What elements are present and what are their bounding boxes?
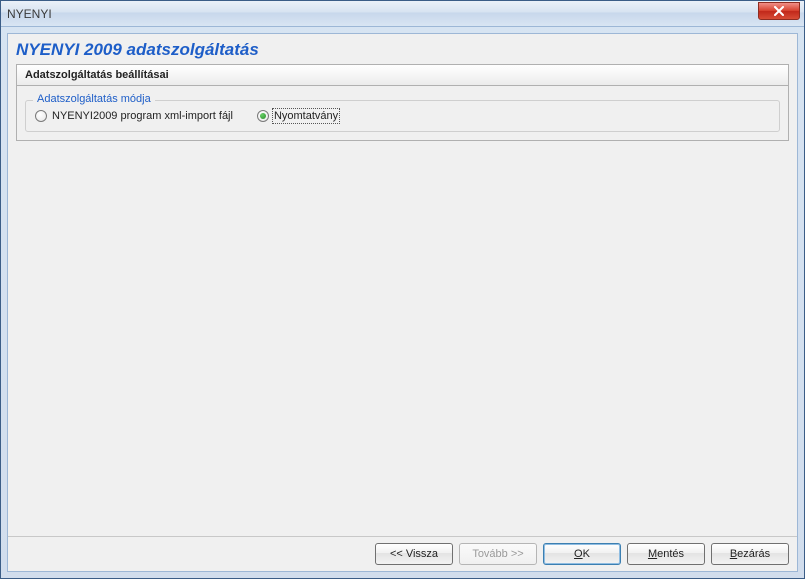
- section-heading: Adatszolgáltatás beállításai: [17, 65, 788, 86]
- groupbox-legend: Adatszolgáltatás módja: [33, 93, 155, 105]
- radio-label-xml: NYENYI2009 program xml-import fájl: [52, 110, 233, 122]
- radio-indicator: [257, 110, 269, 122]
- radio-nyomtatvany[interactable]: Nyomtatvány: [257, 110, 338, 122]
- radio-row: NYENYI2009 program xml-import fájl Nyomt…: [35, 110, 770, 122]
- close-icon[interactable]: [758, 2, 800, 20]
- radio-indicator: [35, 110, 47, 122]
- header-area: NYENYI 2009 adatszolgáltatás Adatszolgál…: [8, 34, 797, 149]
- titlebar: NYENYI: [1, 1, 804, 27]
- groupbox-mode: Adatszolgáltatás módja NYENYI2009 progra…: [25, 94, 780, 132]
- radio-xml-import[interactable]: NYENYI2009 program xml-import fájl: [35, 110, 233, 122]
- radio-label-nyomtatvany: Nyomtatvány: [274, 110, 338, 122]
- close-button[interactable]: Bezárás: [711, 543, 789, 565]
- client-area: NYENYI 2009 adatszolgáltatás Adatszolgál…: [7, 33, 798, 572]
- content-empty: [8, 149, 797, 536]
- app-window: NYENYI NYENYI 2009 adatszolgáltatás Adat…: [0, 0, 805, 579]
- ok-button[interactable]: OK: [543, 543, 621, 565]
- section-box: Adatszolgáltatás beállításai Adatszolgál…: [16, 64, 789, 141]
- back-button[interactable]: << Vissza: [375, 543, 453, 565]
- save-button[interactable]: Mentés: [627, 543, 705, 565]
- next-button: Tovább >>: [459, 543, 537, 565]
- page-title: NYENYI 2009 adatszolgáltatás: [16, 40, 789, 64]
- button-bar: << Vissza Tovább >> OK Mentés Bezárás: [8, 536, 797, 571]
- window-title: NYENYI: [7, 7, 52, 21]
